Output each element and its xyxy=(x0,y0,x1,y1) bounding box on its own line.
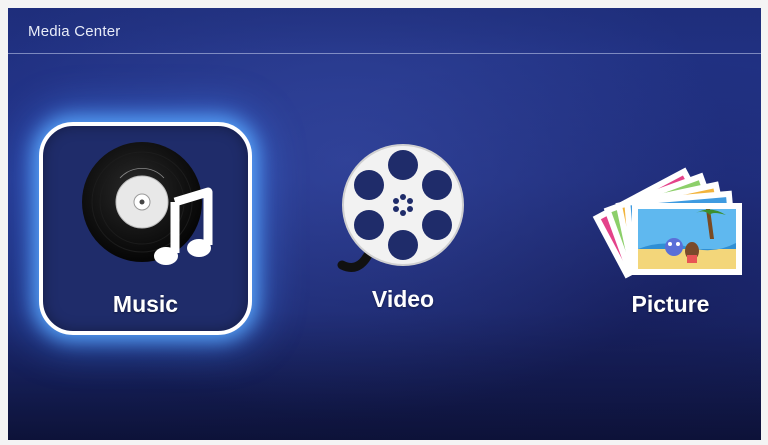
music-tile[interactable]: Music xyxy=(39,122,252,335)
media-center-screen: Media Center Music Video Picture xyxy=(8,8,761,440)
top-bar: Media Center xyxy=(8,8,761,53)
vinyl-music-note-icon xyxy=(82,142,213,265)
header-divider xyxy=(8,53,761,54)
picture-label: Picture xyxy=(631,291,710,317)
music-label: Music xyxy=(112,291,179,317)
video-tile[interactable]: Video xyxy=(328,143,478,333)
film-reel-icon xyxy=(337,144,464,272)
video-label: Video xyxy=(371,286,435,312)
photo-stack-icon xyxy=(592,167,742,279)
picture-tile[interactable]: Picture xyxy=(588,143,753,333)
app-title: Media Center xyxy=(28,23,121,40)
